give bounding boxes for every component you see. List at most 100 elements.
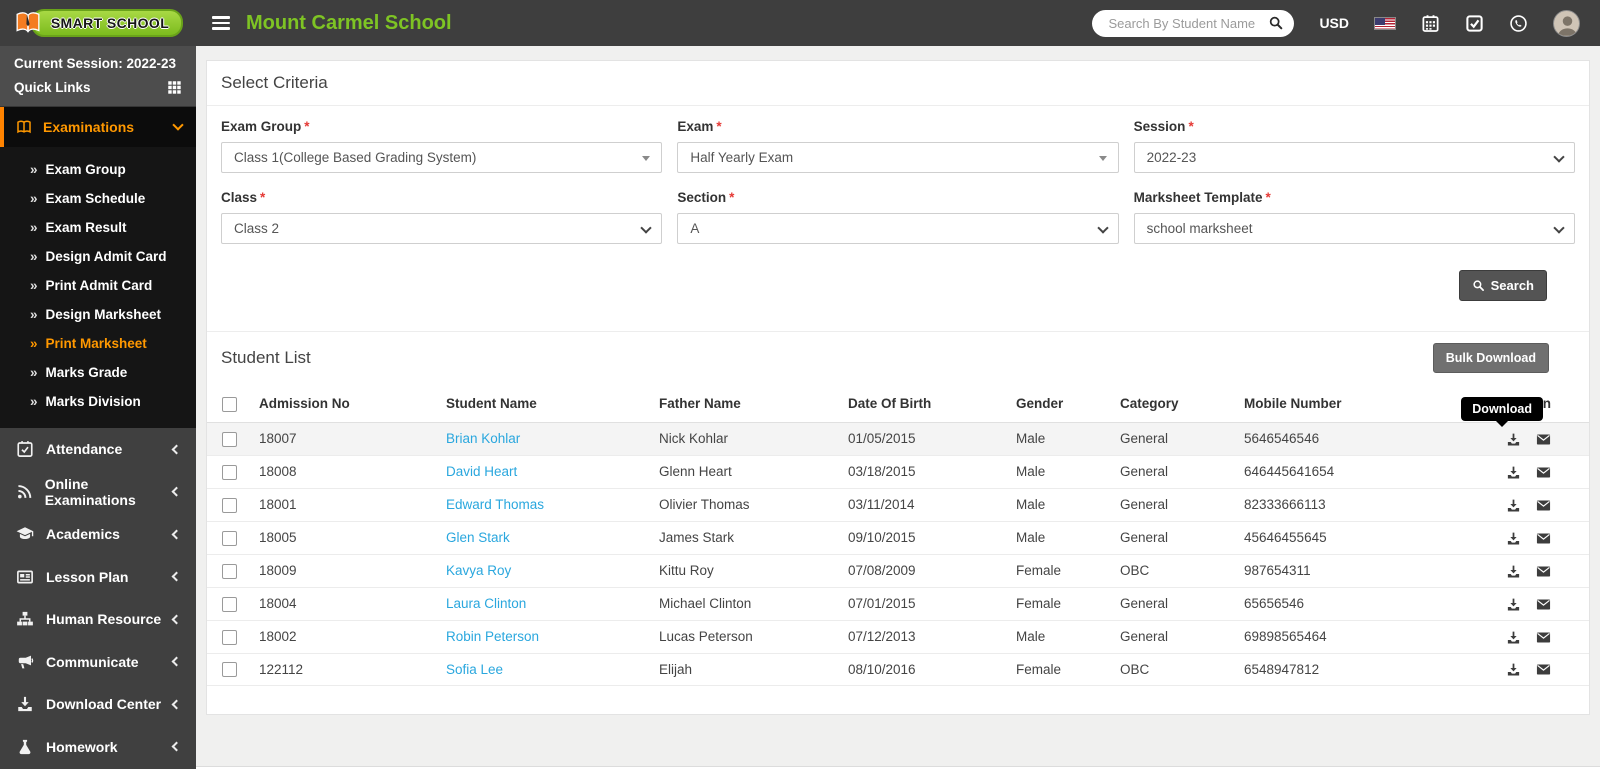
chevron-down-icon <box>172 119 184 131</box>
field-exam-group: Exam Group Class 1(College Based Grading… <box>221 119 663 173</box>
row-checkbox[interactable] <box>222 596 237 612</box>
submenu-item-design-admit-card[interactable]: Design Admit Card <box>0 242 196 271</box>
calendar-icon[interactable] <box>1421 14 1440 33</box>
submenu-item-print-admit-card[interactable]: Print Admit Card <box>0 271 196 300</box>
app-logo[interactable]: SMART SCHOOL <box>13 9 184 37</box>
download-icon[interactable] <box>1506 597 1521 612</box>
submenu-item-exam-schedule[interactable]: Exam Schedule <box>0 184 196 213</box>
marksheet-template-select[interactable]: school marksheet <box>1133 213 1575 244</box>
cell-gender: Male <box>1008 521 1112 555</box>
chevron-left-icon <box>171 614 182 625</box>
submenu-item-marks-grade[interactable]: Marks Grade <box>0 358 196 387</box>
topbar-actions: USD <box>1092 9 1600 37</box>
class-select[interactable]: Class 2 <box>221 213 663 244</box>
submenu-item-exam-group[interactable]: Exam Group <box>0 155 196 184</box>
table-row: 18009 Kavya Roy Kittu Roy 07/08/2009 Fem… <box>207 554 1589 588</box>
exam-select[interactable]: Half Yearly Exam <box>677 142 1119 173</box>
sidebar-item-attendance[interactable]: Attendance <box>0 428 196 471</box>
cell-mobile: 646445641654 <box>1236 455 1448 489</box>
sidebar-item-lesson-plan[interactable]: Lesson Plan <box>0 556 196 599</box>
sidebar-item-human-resource[interactable]: Human Resource <box>0 598 196 641</box>
submenu-item-marks-division[interactable]: Marks Division <box>0 387 196 416</box>
sidebar-item-label: Communicate <box>46 653 139 670</box>
sidebar-item-homework[interactable]: Homework <box>0 726 196 769</box>
dropdown-arrow-icon <box>642 156 651 161</box>
cell-category: General <box>1112 455 1236 489</box>
submenu-item-design-marksheet[interactable]: Design Marksheet <box>0 300 196 329</box>
sidebar-item-download-center[interactable]: Download Center <box>0 683 196 726</box>
row-checkbox[interactable] <box>222 629 237 645</box>
currency-selector[interactable]: USD <box>1319 15 1349 31</box>
page-title: Mount Carmel School <box>246 11 452 34</box>
sidebar-item-online-examinations[interactable]: Online Examinations <box>0 471 196 514</box>
student-search <box>1092 9 1295 37</box>
chevron-down-icon <box>640 222 652 234</box>
row-checkbox[interactable] <box>222 464 237 480</box>
section-select[interactable]: A <box>677 213 1119 244</box>
student-name-link[interactable]: Edward Thomas <box>438 488 651 522</box>
student-name-link[interactable]: Sofia Lee <box>438 653 651 687</box>
select-all-checkbox[interactable] <box>222 396 237 412</box>
student-name-link[interactable]: Laura Clinton <box>438 587 651 621</box>
sidebar-item-academics[interactable]: Academics <box>0 513 196 556</box>
envelope-icon[interactable] <box>1536 498 1551 513</box>
graduation-cap-icon <box>16 527 34 540</box>
download-icon[interactable] <box>1506 564 1521 579</box>
main-content: Select Criteria Exam Group Class 1(Colle… <box>196 46 1600 769</box>
session-select[interactable]: 2022-23 <box>1133 142 1575 173</box>
chevron-left-icon <box>171 444 182 455</box>
exam-label: Exam <box>677 119 1118 134</box>
download-icon[interactable] <box>1506 432 1521 447</box>
user-avatar[interactable] <box>1553 9 1580 37</box>
task-check-icon[interactable] <box>1465 14 1484 33</box>
envelope-icon[interactable] <box>1536 432 1551 447</box>
row-checkbox[interactable] <box>222 662 237 678</box>
student-name-link[interactable]: Glen Stark <box>438 521 651 555</box>
col-admission-no: Admission No <box>251 384 438 423</box>
submenu-item-print-marksheet[interactable]: Print Marksheet <box>0 329 196 358</box>
examinations-submenu: Exam Group Exam Schedule Exam Result Des… <box>0 147 196 428</box>
cell-father-name: Olivier Thomas <box>651 488 840 522</box>
row-checkbox[interactable] <box>222 530 237 546</box>
quick-links-grid-icon[interactable] <box>167 80 182 95</box>
envelope-icon[interactable] <box>1536 630 1551 645</box>
row-checkbox[interactable] <box>222 431 237 447</box>
search-row: Search <box>221 261 1575 331</box>
bulk-download-button[interactable]: Bulk Download <box>1432 343 1549 373</box>
exam-group-label: Exam Group <box>221 119 662 134</box>
whatsapp-icon[interactable] <box>1509 14 1528 33</box>
envelope-icon[interactable] <box>1536 465 1551 480</box>
student-name-link[interactable]: David Heart <box>438 455 651 489</box>
student-name-link[interactable]: Kavya Roy <box>438 554 651 588</box>
search-input[interactable] <box>1106 14 1269 32</box>
sidebar-item-examinations[interactable]: Examinations <box>0 107 196 147</box>
search-icon[interactable] <box>1268 15 1284 31</box>
cell-category: General <box>1112 488 1236 522</box>
session-label: Session <box>1134 119 1575 134</box>
download-icon[interactable] <box>1506 662 1521 677</box>
app-window: SMART SCHOOL Mount Carmel School USD <box>0 0 1600 769</box>
student-name-link[interactable]: Robin Peterson <box>438 620 651 654</box>
col-father-name: Father Name <box>651 384 840 423</box>
language-flag-icon[interactable] <box>1374 16 1396 30</box>
envelope-icon[interactable] <box>1536 662 1551 677</box>
search-button[interactable]: Search <box>1458 270 1547 301</box>
sidebar-toggle-icon[interactable] <box>212 13 230 33</box>
student-list-title: Student List <box>221 348 311 367</box>
row-checkbox[interactable] <box>222 563 237 579</box>
sidebar-item-communicate[interactable]: Communicate <box>0 641 196 684</box>
exam-group-select[interactable]: Class 1(College Based Grading System) <box>221 142 663 173</box>
envelope-icon[interactable] <box>1536 564 1551 579</box>
submenu-item-exam-result[interactable]: Exam Result <box>0 213 196 242</box>
download-icon[interactable] <box>1506 498 1521 513</box>
quick-links-label: Quick Links <box>14 80 91 95</box>
envelope-icon[interactable] <box>1536 531 1551 546</box>
student-name-link[interactable]: Brian Kohlar <box>438 422 651 456</box>
download-icon[interactable] <box>1506 630 1521 645</box>
envelope-icon[interactable] <box>1536 597 1551 612</box>
download-icon[interactable] <box>1506 531 1521 546</box>
cell-admission-no: 18002 <box>251 620 438 654</box>
bullhorn-icon <box>18 655 34 669</box>
row-checkbox[interactable] <box>222 497 237 513</box>
download-icon[interactable] <box>1506 465 1521 480</box>
